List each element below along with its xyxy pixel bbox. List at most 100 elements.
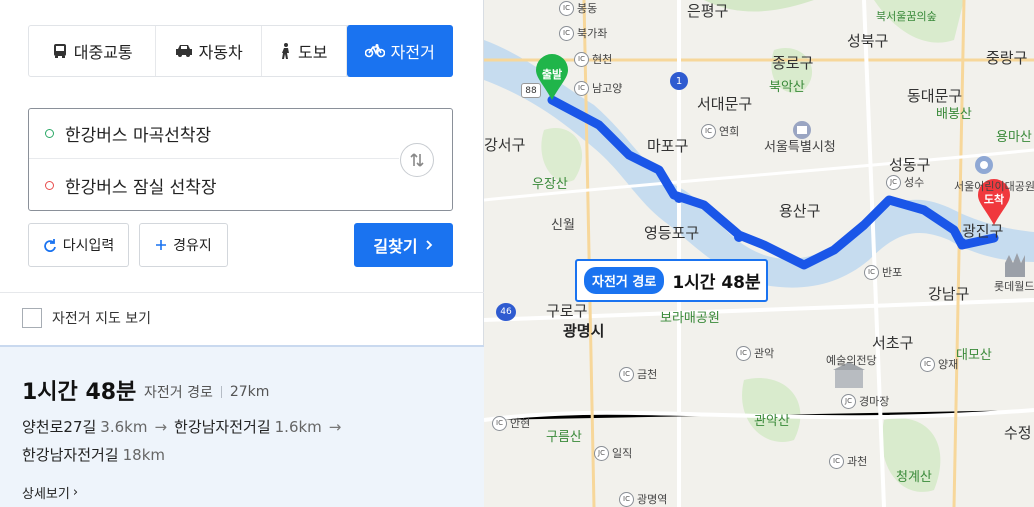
interchange-marker: JC 성수	[886, 174, 924, 190]
tab-label: 대중교통	[73, 43, 133, 62]
tab-walk[interactable]: 도보	[262, 26, 347, 76]
search-route-button[interactable]: 길찾기	[354, 223, 453, 267]
chevron-right-icon: ›	[72, 485, 79, 500]
segment-km: 1.6km	[274, 417, 322, 436]
map-label: 롯데월드	[994, 280, 1034, 293]
tab-label: 자전거	[390, 43, 435, 62]
map-label: 관악산	[754, 414, 790, 429]
map-label: 성북구	[847, 32, 889, 50]
badge-time: 1시간 48분	[672, 273, 761, 293]
segment-name: 양천로27길	[22, 418, 97, 436]
map-label: 수정	[1004, 424, 1032, 442]
arrow-right-icon: →	[328, 417, 342, 436]
ic-icon: IC	[574, 80, 589, 96]
detail-link[interactable]: 상세보기 ›	[22, 483, 78, 502]
interchange-marker: IC 남고양	[574, 80, 622, 96]
swap-icon	[410, 153, 424, 167]
origin-field[interactable]: 한강버스 마곡선착장	[29, 109, 399, 159]
badge-tag: 자전거 경로	[584, 267, 665, 294]
origin-value: 한강버스 마곡선착장	[65, 126, 212, 146]
map-label: 중랑구	[986, 49, 1028, 67]
map-label: 서울특별시청	[764, 140, 836, 155]
map-label: 대모산	[956, 348, 992, 363]
interchange-marker: JC 경마장	[841, 393, 889, 409]
ic-icon: IC	[619, 366, 634, 382]
map-label: 예술의전당	[826, 354, 877, 367]
result-type: 자전거 경로	[144, 385, 213, 401]
route-result-card[interactable]: 1시간 48분 자전거 경로 27km 양천로27길 3.6km → 한강남자전…	[0, 345, 484, 507]
map-label: 구름산	[546, 430, 582, 445]
meta-separator	[220, 386, 222, 398]
ic-icon: JC	[841, 393, 856, 409]
interchange-marker: IC 과천	[829, 453, 867, 469]
interchange-marker: IC 현천	[574, 51, 612, 67]
search-label: 길찾기	[373, 237, 418, 256]
map-label: 강서구	[484, 136, 526, 154]
interchange-marker: JC 일직	[594, 445, 632, 461]
ic-icon: IC	[619, 491, 634, 507]
ic-icon: JC	[886, 174, 901, 190]
segment-km: 3.6km	[100, 417, 148, 436]
walk-icon	[281, 43, 289, 59]
detail-label: 상세보기	[22, 487, 70, 502]
map-label: 서대문구	[697, 95, 753, 113]
destination-field[interactable]: 한강버스 잠실 선착장	[29, 160, 399, 210]
result-meta: 자전거 경로 27km	[144, 382, 269, 402]
map-label: 용마산	[996, 130, 1032, 145]
via-label: 경유지	[173, 238, 212, 254]
map-label: 우장산	[532, 177, 568, 192]
car-icon	[175, 45, 192, 57]
reset-label: 다시입력	[62, 238, 115, 254]
map-label: 북악산	[769, 80, 805, 95]
interchange-marker: IC 관악	[736, 345, 774, 361]
segment-km: 18km	[122, 445, 165, 464]
map-label: 성동구	[889, 156, 931, 174]
tab-label: 자동차	[198, 43, 243, 62]
map-label: 청계산	[896, 470, 932, 485]
bike-map-label: 자전거 지도 보기	[52, 311, 152, 327]
tab-bicycle[interactable]: 자전거	[346, 25, 454, 77]
interchange-marker: IC 금천	[619, 366, 657, 382]
bike-map-checkbox[interactable]: 자전거 지도 보기	[22, 308, 151, 328]
ic-icon: IC	[574, 51, 589, 67]
map-label: 종로구	[772, 54, 814, 72]
tab-public-transit[interactable]: 대중교통	[29, 26, 157, 76]
map-label: 서초구	[872, 334, 914, 352]
reset-button[interactable]: 다시입력	[28, 223, 129, 267]
map-label: 용산구	[779, 202, 821, 220]
ic-icon: IC	[864, 264, 879, 280]
result-distance: 27km	[229, 384, 270, 400]
map-label: 은평구	[687, 2, 729, 20]
result-time: 1시간 48분	[22, 380, 137, 405]
transport-mode-tabs: 대중교통 자동차 도보 자전거	[28, 25, 454, 77]
ic-icon: IC	[492, 415, 507, 431]
map-label: 배봉산	[936, 107, 972, 122]
chevron-right-icon	[425, 240, 432, 250]
ic-icon: IC	[701, 123, 716, 139]
add-waypoint-button[interactable]: 경유지	[139, 223, 228, 267]
segment-line: 양천로27길 3.6km → 한강남자전거길 1.6km →	[22, 416, 344, 437]
route-time-badge[interactable]: 자전거 경로 1시간 48분	[575, 259, 768, 302]
route-panel: 대중교통 자동차 도보 자전거 한강버스 마곡선착장 한강버스 잠실 선착장 다	[0, 0, 484, 507]
destination-value: 한강버스 잠실 선착장	[65, 177, 217, 198]
map-label: 보라매공원	[660, 311, 720, 326]
map-label: 강남구	[928, 285, 970, 303]
tab-car[interactable]: 자동차	[156, 26, 262, 76]
route-input-box: 한강버스 마곡선착장 한강버스 잠실 선착장	[28, 108, 453, 211]
destination-dot-icon	[45, 180, 54, 190]
end-marker-label: 도착	[983, 193, 1005, 206]
ic-icon: IC	[736, 345, 751, 361]
checkbox-box[interactable]	[22, 308, 42, 328]
map-label: 마포구	[647, 137, 689, 155]
ic-icon: IC	[829, 453, 844, 469]
map-label: 영등포구	[644, 224, 700, 242]
map-view[interactable]: 은평구 성북구 북서울꿈의숲 중랑구 종로구 북악산 동대문구 배봉산 서대문구…	[484, 0, 1034, 507]
map-label: 광명시	[563, 322, 605, 340]
swap-button[interactable]	[400, 143, 434, 177]
ic-icon: JC	[594, 445, 609, 461]
map-label: 광진구	[962, 222, 1004, 240]
ic-icon: IC	[559, 0, 574, 16]
interchange-marker: IC 봉동	[559, 0, 597, 16]
map-label: 구로구	[546, 302, 588, 320]
plus-icon	[156, 240, 167, 250]
